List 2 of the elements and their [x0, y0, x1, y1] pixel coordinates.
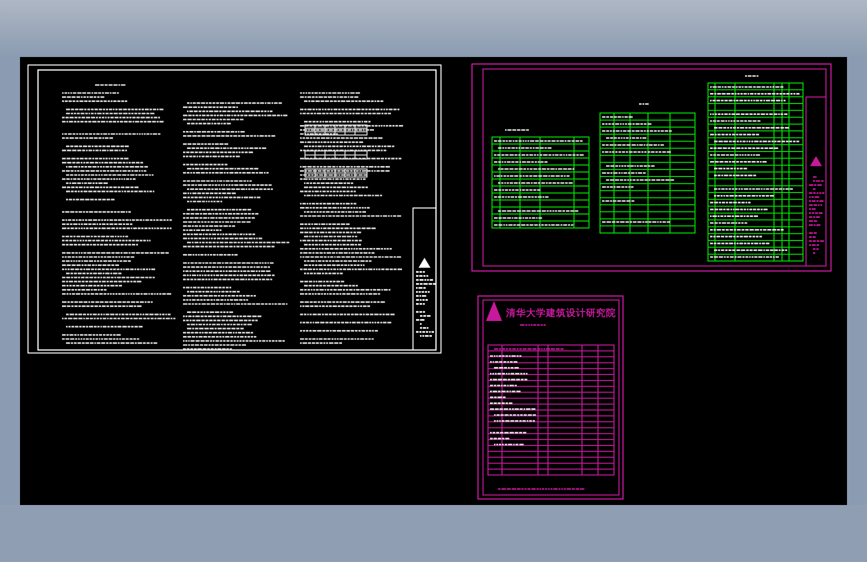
institute-name: 清华大学建筑设计研究院: [506, 308, 616, 319]
drawing-canvas[interactable]: 清华大学建筑设计研究院: [20, 57, 847, 505]
